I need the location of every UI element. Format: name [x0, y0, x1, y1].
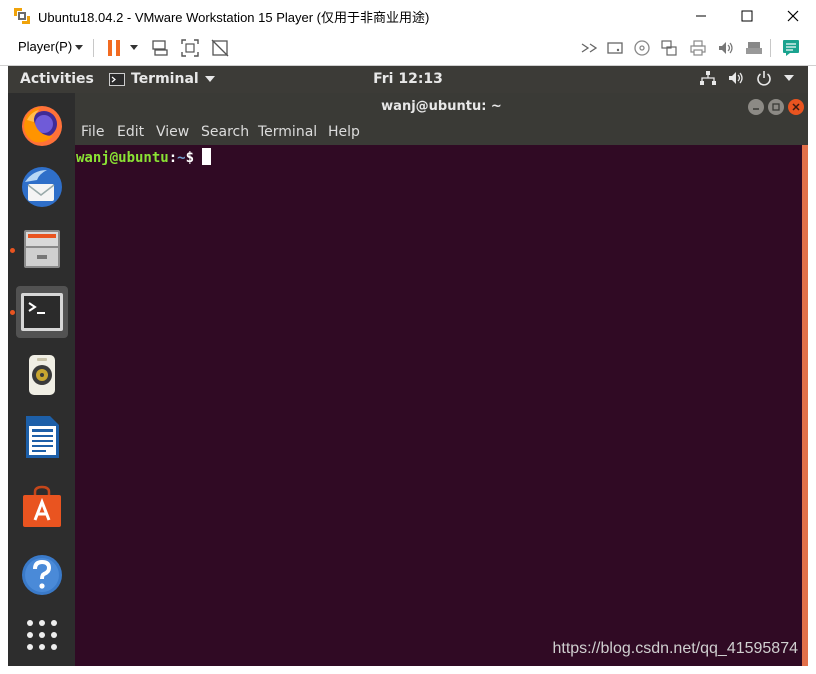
app-grid-icon: [27, 620, 57, 650]
send-ctrl-alt-del-button[interactable]: [150, 38, 170, 58]
text-cursor: [202, 148, 212, 165]
help-icon: [22, 555, 62, 595]
sound-button[interactable]: [716, 38, 736, 58]
minimize-icon: [753, 108, 759, 110]
device-button[interactable]: [744, 38, 764, 58]
message-icon: [783, 40, 799, 56]
terminal-minimize-button[interactable]: [748, 99, 764, 115]
pause-dropdown-icon[interactable]: [130, 45, 138, 51]
menu-help[interactable]: Help: [328, 124, 360, 140]
player-menu-label: Player(P): [18, 39, 73, 54]
ubuntu-dock: [8, 93, 75, 666]
printer-icon: [690, 40, 706, 56]
menu-edit[interactable]: Edit: [117, 124, 144, 140]
toolbar-divider: [93, 39, 94, 57]
vmware-logo-icon: [13, 7, 31, 25]
sound-icon: [719, 42, 733, 54]
menu-view[interactable]: View: [156, 124, 189, 140]
close-icon: [787, 10, 799, 21]
close-icon: [792, 103, 800, 111]
device-icon: [746, 42, 762, 54]
usb-button[interactable]: [659, 38, 679, 58]
dock-item-writer[interactable]: [16, 411, 68, 463]
cd-icon: [634, 40, 650, 56]
power-icon: [757, 71, 771, 86]
writer-icon: [26, 416, 59, 458]
dock-item-help[interactable]: [16, 549, 68, 601]
fit-guest-icon: [181, 39, 199, 57]
maximize-icon: [741, 10, 753, 21]
maximize-button[interactable]: [724, 0, 770, 31]
thunderbird-icon: [22, 167, 62, 207]
close-button[interactable]: [770, 0, 816, 31]
player-menu-button[interactable]: Player(P): [18, 39, 72, 54]
dock-item-thunderbird[interactable]: [16, 161, 68, 213]
clock[interactable]: Fri 12:13: [8, 71, 808, 87]
terminal-maximize-button[interactable]: [768, 99, 784, 115]
send-ctrl-alt-del-icon: [152, 40, 168, 56]
running-indicator: [10, 248, 15, 253]
maximize-icon: [772, 103, 780, 111]
file-cabinet-icon: [24, 230, 60, 268]
speaker-icon: [29, 355, 55, 395]
prompt-user: wanj@ubuntu: [76, 150, 169, 166]
guest-screen[interactable]: Activities Terminal Fri 12:13 wanj@ubunt…: [8, 66, 808, 666]
toolbar-divider: [770, 39, 771, 57]
network-device-button[interactable]: [580, 38, 600, 58]
terminal-icon: [21, 293, 63, 331]
network-icon: [700, 71, 716, 85]
dock-item-files[interactable]: [16, 223, 68, 275]
pause-icon: [108, 40, 120, 56]
terminal-scrollbar[interactable]: [802, 145, 808, 666]
hard-disk-button[interactable]: [605, 38, 625, 58]
show-applications-button[interactable]: [16, 609, 68, 661]
minimize-button[interactable]: [678, 0, 724, 31]
terminal-title: wanj@ubuntu: ~: [381, 99, 502, 114]
vmware-toolbar: Player(P): [0, 31, 816, 66]
player-menu-dropdown-icon[interactable]: [75, 45, 83, 51]
dock-item-ubuntu-software[interactable]: [16, 481, 68, 533]
dock-item-rhythmbox[interactable]: [16, 349, 68, 401]
system-status-menu[interactable]: [700, 70, 794, 86]
prompt-symbol: $: [185, 150, 195, 166]
hard-disk-icon: [607, 42, 623, 54]
shell-prompt: wanj@ubuntu:~$: [76, 148, 212, 166]
window-titlebar: Ubuntu18.04.2 - VMware Workstation 15 Pl…: [0, 0, 816, 31]
printer-button[interactable]: [688, 38, 708, 58]
cd-button[interactable]: [632, 38, 652, 58]
prompt-path: ~: [177, 150, 186, 166]
terminal-header-bar[interactable]: wanj@ubuntu: ~: [75, 93, 808, 121]
terminal-close-button[interactable]: [788, 99, 804, 115]
menu-file[interactable]: File: [81, 124, 104, 140]
window-title: Ubuntu18.04.2 - VMware Workstation 15 Pl…: [38, 10, 430, 25]
firefox-icon: [22, 106, 62, 146]
pause-button[interactable]: [104, 38, 124, 58]
dock-item-firefox[interactable]: [16, 99, 68, 151]
menu-search[interactable]: Search: [201, 124, 249, 140]
terminal-window: wanj@ubuntu: ~ File Edit View Search Ter…: [75, 93, 808, 666]
unity-icon: [211, 39, 229, 57]
chevron-down-icon: [784, 75, 794, 81]
minimize-icon: [696, 15, 706, 16]
usb-icon: [661, 40, 677, 56]
shopping-bag-icon: [23, 485, 61, 527]
prompt-separator: :: [168, 150, 178, 166]
gnome-top-bar: Activities Terminal Fri 12:13: [8, 66, 808, 93]
network-icon: [581, 43, 598, 53]
menu-terminal[interactable]: Terminal: [258, 124, 317, 140]
dock-item-terminal[interactable]: [16, 286, 68, 338]
volume-icon: [729, 72, 743, 84]
unity-button[interactable]: [210, 38, 230, 58]
watermark: https://blog.csdn.net/qq_41595874: [552, 640, 798, 657]
terminal-menubar: File Edit View Search Terminal Help: [75, 121, 808, 145]
running-indicator: [10, 310, 15, 315]
terminal-output[interactable]: wanj@ubuntu:~$: [75, 145, 802, 666]
fit-guest-button[interactable]: [180, 38, 200, 58]
message-button[interactable]: [781, 38, 801, 58]
